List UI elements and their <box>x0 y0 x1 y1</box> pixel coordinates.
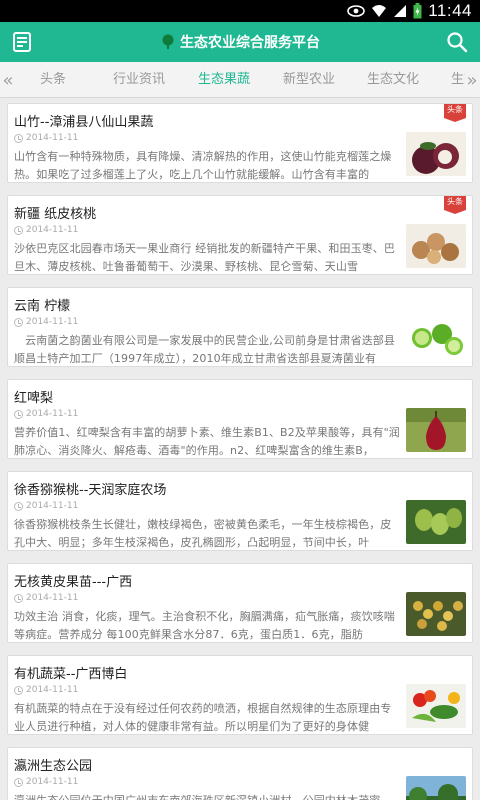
clock-icon <box>14 409 23 419</box>
article-title: 瀛洲生态公园 <box>14 759 93 774</box>
article-card[interactable]: 头条 山竹--漳浦县八仙山果蔬 2014-11-11 山竹含有一种特殊物质，具有… <box>7 103 473 183</box>
article-title: 云南 柠檬 <box>14 299 71 314</box>
article-title: 徐香猕猴桃--天润家庭农场 <box>14 483 167 498</box>
article-date-text: 2014-11-11 <box>26 133 79 143</box>
clock-icon <box>14 225 23 235</box>
article-summary: 营养价值1、红啤梨含有丰富的胡萝卜素、维生素B1、B2及苹果酸等，具有"润肺凉心… <box>14 426 400 457</box>
article-date: 2014-11-11 <box>14 409 78 419</box>
signal-icon <box>394 5 407 17</box>
article-date-text: 2014-11-11 <box>26 317 79 327</box>
tab-eco-culture[interactable]: 生态文化 <box>367 62 419 98</box>
headline-badge: 头条 <box>444 104 466 122</box>
wampee-image <box>406 592 466 636</box>
article-date: 2014-11-11 <box>14 225 78 235</box>
article-date-text: 2014-11-11 <box>26 593 79 603</box>
scroll-right-icon[interactable]: » <box>464 62 480 98</box>
mangosteen-image <box>406 132 466 176</box>
article-summary: 瀛洲生态公园位于中国广州市东南郊海珠区新滘镇小洲村。公园内林木茂密， <box>14 792 402 800</box>
headline-badge: 头条 <box>444 196 466 214</box>
article-summary: 沙依巴克区北园春市场天一果业商行 经销批发的新疆特产干果、和田玉枣、巴旦木、薄皮… <box>14 242 395 273</box>
category-tabs: « 头条 行业资讯 生态果蔬 新型农业 生态文化 生态 » <box>0 62 480 98</box>
article-date-text: 2014-11-11 <box>26 501 79 511</box>
article-date: 2014-11-11 <box>14 133 78 143</box>
article-date: 2014-11-11 <box>14 317 78 327</box>
clock-icon <box>14 593 23 603</box>
tab-headlines[interactable]: 头条 <box>40 62 66 98</box>
tab-eco-fruits-vegetables[interactable]: 生态果蔬 <box>198 62 250 98</box>
park-image <box>406 776 466 800</box>
battery-charging-icon <box>413 3 422 19</box>
tree-logo-icon <box>162 34 174 49</box>
article-list: 头条 山竹--漳浦县八仙山果蔬 2014-11-11 山竹含有一种特殊物质，具有… <box>0 98 480 800</box>
kiwi-image <box>406 500 466 544</box>
tab-industry-news[interactable]: 行业资讯 <box>113 62 165 98</box>
app-header: 生态农业综合服务平台 <box>0 22 480 62</box>
vegetables-image <box>406 684 466 728</box>
clock-icon <box>14 777 23 787</box>
article-date-text: 2014-11-11 <box>26 225 79 235</box>
article-summary: 山竹含有一种特殊物质，具有降燥、清凉解热的作用，这使山竹能克榴莲之燥热。如果吃了… <box>14 150 392 181</box>
status-bar: 11:44 <box>0 0 480 22</box>
article-date: 2014-11-11 <box>14 593 78 603</box>
article-title: 山竹--漳浦县八仙山果蔬 <box>14 115 154 130</box>
article-title: 新疆 纸皮核桃 <box>14 207 97 222</box>
tab-new-agriculture[interactable]: 新型农业 <box>283 62 335 98</box>
eye-icon <box>347 5 366 17</box>
article-card[interactable]: 有机蔬菜--广西博白 2014-11-11 有机蔬菜的特点在于没有经过任何农药的… <box>7 655 473 735</box>
article-card[interactable]: 徐香猕猴桃--天润家庭农场 2014-11-11 徐香猕猴桃枝条生长健壮，嫩枝绿… <box>7 471 473 551</box>
article-date-text: 2014-11-11 <box>26 777 79 787</box>
status-icons: 11:44 <box>347 0 472 22</box>
article-card[interactable]: 瀛洲生态公园 2014-11-11 瀛洲生态公园位于中国广州市东南郊海珠区新滘镇… <box>7 747 473 800</box>
clock-icon <box>14 133 23 143</box>
lime-image <box>406 316 466 360</box>
article-summary: 徐香猕猴桃枝条生长健壮，嫩枝绿褐色，密被黄色柔毛，一年生枝棕褐色，皮孔中大、明显… <box>14 518 392 549</box>
article-card[interactable]: 无核黄皮果苗---广西 2014-11-11 功效主治 消食，化痰，理气。主治食… <box>7 563 473 643</box>
walnut-image <box>406 224 466 268</box>
article-card[interactable]: 红啤梨 2014-11-11 营养价值1、红啤梨含有丰富的胡萝卜素、维生素B1、… <box>7 379 473 459</box>
red-pear-image <box>406 408 466 452</box>
article-card[interactable]: 头条 新疆 纸皮核桃 2014-11-11 沙依巴克区北园春市场天一果业商行 经… <box>7 195 473 275</box>
search-icon[interactable] <box>446 31 468 53</box>
clock-icon <box>14 501 23 511</box>
page-title-text: 生态农业综合服务平台 <box>180 35 320 51</box>
article-summary: 功效主治 消食，化痰，理气。主治食积不化，胸膈满痛，疝气胀痛，痰饮咳喘等病症。营… <box>14 610 395 641</box>
wifi-icon <box>372 5 387 17</box>
tab-eco-partial[interactable]: 生态 <box>451 62 465 98</box>
article-date: 2014-11-11 <box>14 777 78 787</box>
clock-time: 11:44 <box>428 1 472 20</box>
article-date: 2014-11-11 <box>14 501 78 511</box>
article-summary: 有机蔬菜的特点在于没有经过任何农药的喷洒，根据自然规律的生态原理由专业人员进行种… <box>14 702 392 733</box>
article-date: 2014-11-11 <box>14 685 78 695</box>
page-title: 生态农业综合服务平台 <box>0 22 480 62</box>
article-date-text: 2014-11-11 <box>26 409 79 419</box>
clock-icon <box>14 685 23 695</box>
article-card[interactable]: 云南 柠檬 2014-11-11 云南菌之韵菌业有限公司是一家发展中的民营企业,… <box>7 287 473 367</box>
scroll-left-icon[interactable]: « <box>0 62 16 98</box>
article-title: 无核黄皮果苗---广西 <box>14 575 133 590</box>
article-title: 有机蔬菜--广西博白 <box>14 667 128 682</box>
clock-icon <box>14 317 23 327</box>
article-title: 红啤梨 <box>14 391 54 406</box>
article-summary: 云南菌之韵菌业有限公司是一家发展中的民营企业,公司前身是甘肃省迭部县顺昌土特产加… <box>14 334 395 365</box>
article-date-text: 2014-11-11 <box>26 685 79 695</box>
